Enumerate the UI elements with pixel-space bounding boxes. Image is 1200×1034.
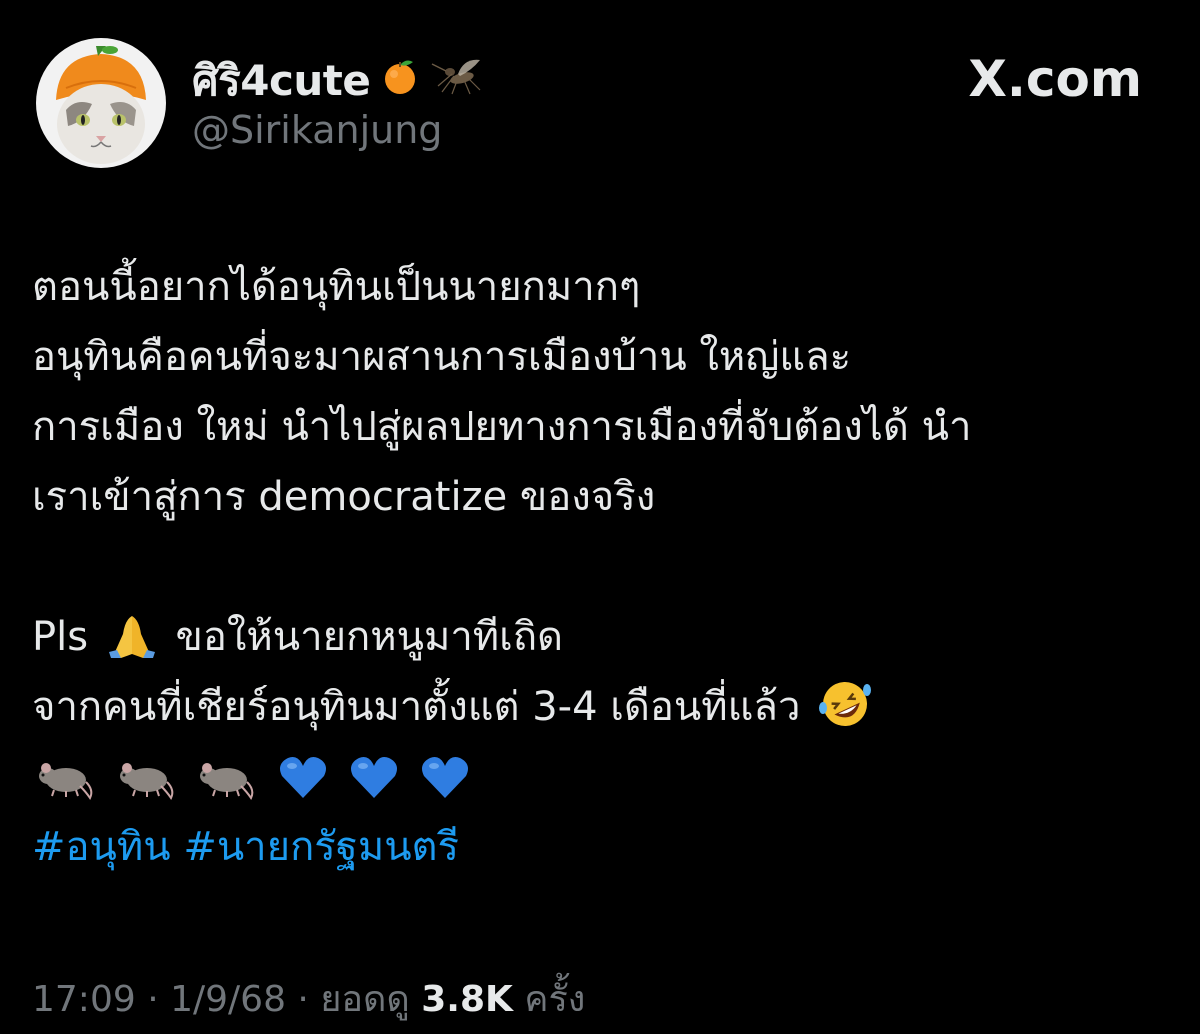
cheer-text: จากคนที่เชียร์อนุทินมาตั้งแต่ 3-4 เดือนท… — [32, 684, 801, 730]
rolling-on-floor-laughing-icon — [817, 678, 873, 752]
views-count: 3.8K — [421, 979, 513, 1020]
hashtag-link[interactable]: #อนุทิน — [32, 824, 171, 870]
tweet-line: การเมือง ใหม่ นำไปสู่ผลปยทางการเมืองที่จ… — [32, 404, 972, 450]
avatar[interactable] — [36, 38, 166, 168]
hashtag-row: #อนุทิน #นายกรัฐมนตรี — [32, 812, 1182, 882]
tweet-text: ตอนนี้อยากได้อนุทินเป็นนายกมากๆ อนุทินคื… — [32, 252, 1182, 882]
pls-text: Pls — [32, 614, 89, 660]
display-name[interactable]: ศิริ4cute — [192, 48, 486, 114]
orange-emoji-icon — [380, 56, 420, 106]
tweet-date[interactable]: 1/9/68 — [170, 979, 286, 1020]
tweet-line-cheer: จากคนที่เชียร์อนุทินมาตั้งแต่ 3-4 เดือนท… — [32, 672, 1182, 742]
user-handle[interactable]: @Sirikanjung — [192, 108, 442, 152]
tweet-card: ศิริ4cute @Sirikanjung X.com ตอนนี้อยากไ… — [0, 0, 1200, 1034]
meta-separator: · — [135, 979, 171, 1020]
cat-avatar-image — [36, 38, 166, 168]
hashtag-link[interactable]: #นายกรัฐมนตรี — [183, 824, 459, 870]
display-name-text: ศิริ4cute — [192, 56, 371, 105]
tweet-meta: 17:09 · 1/9/68 · ยอดดู 3.8K ครั้ง — [32, 970, 585, 1027]
tweet-line: อนุทินคือคนที่จะมาผสานการเมืองบ้าน ใหญ่แ… — [32, 334, 852, 380]
pls-rest-text: ขอให้นายกหนูมาทีเถิด — [175, 614, 564, 660]
tweet-line: เราเข้าสู่การ democratize ของจริง — [32, 474, 656, 520]
meta-separator: · — [285, 979, 321, 1020]
tweet-line: ตอนนี้อยากได้อนุทินเป็นนายกมากๆ — [32, 264, 641, 310]
tweet-line-pls: Pls ขอให้นายกหนูมาทีเถิด — [32, 602, 1182, 672]
views-suffix: ครั้ง — [524, 979, 586, 1020]
views-label: ยอดดู — [320, 979, 410, 1020]
x-com-watermark: X.com — [968, 50, 1142, 108]
emoji-row — [32, 742, 1182, 812]
tweet-time[interactable]: 17:09 — [32, 979, 136, 1020]
mosquito-emoji-icon — [430, 56, 486, 106]
